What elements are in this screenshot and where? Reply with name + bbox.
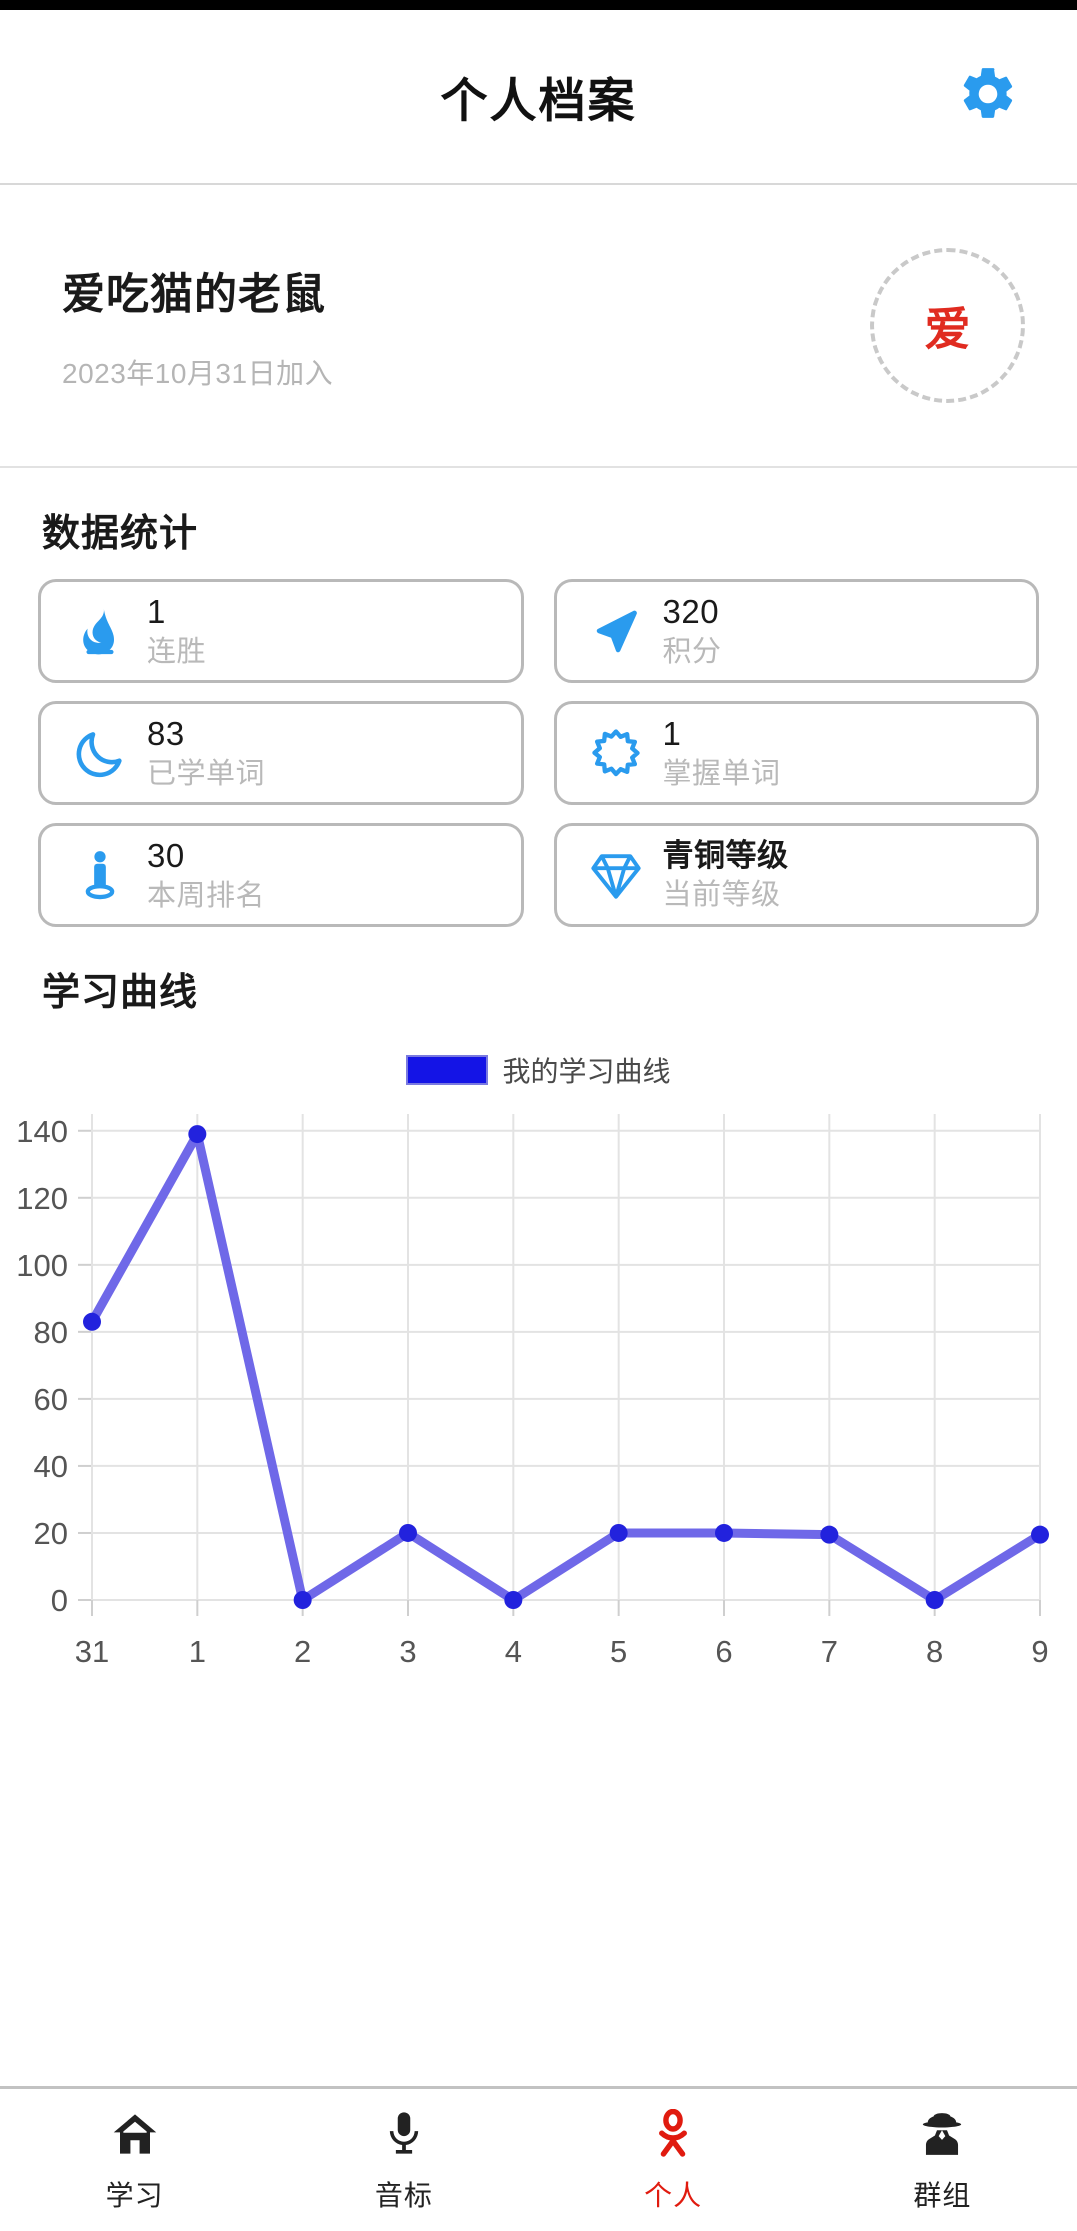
svg-text:6: 6 <box>715 1634 732 1669</box>
nav-label: 音标 <box>374 2180 433 2211</box>
stat-value: 1 <box>662 714 682 752</box>
detective-icon <box>914 2106 970 2162</box>
stat-card-mastered-words[interactable]: 1 掌握单词 <box>553 701 1039 805</box>
chart-legend: 我的学习曲线 <box>0 1044 1077 1096</box>
stat-value: 30 <box>147 836 185 874</box>
legend-label: 我的学习曲线 <box>502 1056 671 1087</box>
settings-button[interactable] <box>957 66 1019 128</box>
svg-text:7: 7 <box>821 1634 838 1669</box>
page-title: 个人档案 <box>440 74 637 127</box>
avatar[interactable]: 爱 <box>870 248 1025 403</box>
stat-label: 积分 <box>662 635 722 668</box>
nav-label: 群组 <box>913 2180 972 2211</box>
nav-item-profile[interactable]: 个人 <box>539 2089 808 2231</box>
gear-icon <box>957 63 1019 130</box>
stat-texts: 1 掌握单词 <box>662 714 781 790</box>
stat-label: 当前等级 <box>662 878 781 911</box>
learning-curve-chart: 我的学习曲线 0 20 40 60 80 100 120 140 31 1 2 3 4 5 6 7 8 9 <box>0 1044 1077 1710</box>
svg-text:100: 100 <box>16 1248 68 1283</box>
stat-texts: 1 连胜 <box>147 592 207 668</box>
nav-item-study[interactable]: 学习 <box>0 2089 269 2231</box>
moon-icon <box>63 716 137 790</box>
person-pin-icon <box>63 838 137 912</box>
stat-card-streak[interactable]: 1 连胜 <box>38 579 524 683</box>
profile-joined-date: 2023年10月31日加入 <box>62 357 334 389</box>
stat-label: 连胜 <box>147 635 207 668</box>
nav-label: 个人 <box>644 2180 703 2211</box>
svg-text:9: 9 <box>1031 1634 1048 1669</box>
stats-grid: 1 连胜 320 积分 83 已学单词 1 掌握单词 30 本周排名 青铜等级 … <box>38 579 1039 927</box>
svg-text:140: 140 <box>16 1114 68 1149</box>
stat-label: 本周排名 <box>147 879 266 912</box>
nav-label: 学习 <box>105 2180 164 2211</box>
stat-texts: 青铜等级 当前等级 <box>662 837 789 911</box>
svg-text:120: 120 <box>16 1181 68 1216</box>
stat-value: 1 <box>147 592 166 630</box>
stat-card-learned-words[interactable]: 83 已学单词 <box>38 701 524 805</box>
svg-text:31: 31 <box>75 1634 109 1669</box>
sun-burst-icon <box>579 716 653 790</box>
stat-texts: 30 本周排名 <box>147 836 266 912</box>
stat-card-level[interactable]: 青铜等级 当前等级 <box>553 823 1039 927</box>
stat-label: 已学单词 <box>147 757 266 790</box>
svg-text:80: 80 <box>34 1315 68 1350</box>
stats-section-title: 数据统计 <box>42 513 199 555</box>
stat-texts: 320 积分 <box>662 592 722 668</box>
profile-text-block: 爱吃猫的老鼠 2023年10月31日加入 <box>62 260 870 392</box>
chart-section: 学习曲线 <box>0 927 1077 1038</box>
svg-text:1: 1 <box>189 1634 206 1669</box>
legend-swatch <box>406 1055 489 1085</box>
navigation-arrow-icon <box>579 594 653 668</box>
stats-section: 数据统计 1 连胜 320 积分 83 已学单词 1 掌握单词 30 本周排名 … <box>0 468 1077 927</box>
stat-value: 83 <box>147 714 185 752</box>
svg-text:0: 0 <box>51 1583 68 1618</box>
person-icon <box>645 2106 701 2162</box>
microphone-icon <box>376 2106 432 2162</box>
stat-label: 掌握单词 <box>662 757 781 790</box>
svg-text:3: 3 <box>399 1634 416 1669</box>
svg-text:40: 40 <box>34 1449 68 1484</box>
home-icon <box>107 2106 163 2162</box>
svg-text:20: 20 <box>34 1516 68 1551</box>
svg-text:4: 4 <box>505 1634 522 1669</box>
bottom-navigation: 学习 音标 个人 群组 <box>0 2086 1077 2231</box>
stat-texts: 83 已学单词 <box>147 714 266 790</box>
stat-value: 320 <box>662 592 720 630</box>
app-header: 个人档案 <box>0 10 1077 185</box>
flame-icon <box>63 594 137 668</box>
nav-item-phonetics[interactable]: 音标 <box>269 2089 538 2231</box>
app-screen: 个人档案 爱吃猫的老鼠 2023年10月31日加入 爱 数据统计 1 连胜 32… <box>0 0 1077 2231</box>
svg-text:60: 60 <box>34 1382 68 1417</box>
status-bar-strip <box>0 0 1077 10</box>
stat-card-points[interactable]: 320 积分 <box>553 579 1039 683</box>
svg-text:8: 8 <box>926 1634 943 1669</box>
profile-card: 爱吃猫的老鼠 2023年10月31日加入 爱 <box>0 185 1077 468</box>
nav-item-groups[interactable]: 群组 <box>808 2089 1077 2231</box>
svg-text:2: 2 <box>294 1634 311 1669</box>
stat-value: 青铜等级 <box>662 837 789 873</box>
diamond-icon <box>579 838 653 912</box>
chart-canvas: 0 20 40 60 80 100 120 140 31 1 2 3 4 5 6 7 8 9 <box>16 1114 1049 1669</box>
profile-name: 爱吃猫的老鼠 <box>62 270 326 319</box>
avatar-initial: 爱 <box>924 302 971 355</box>
chart-section-title: 学习曲线 <box>42 972 199 1014</box>
stat-card-weekly-rank[interactable]: 30 本周排名 <box>38 823 524 927</box>
svg-text:5: 5 <box>610 1634 627 1669</box>
